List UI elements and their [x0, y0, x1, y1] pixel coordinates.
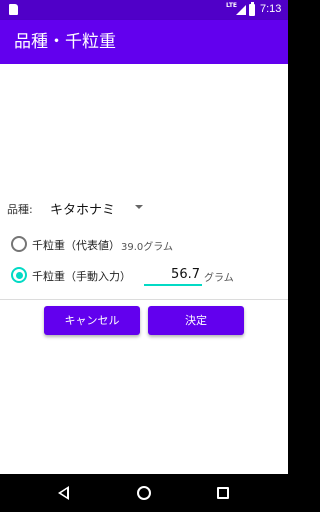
app-bar: 品種・千粒重	[0, 20, 288, 64]
representative-weight-radio[interactable]	[11, 236, 27, 252]
back-icon[interactable]	[58, 486, 69, 500]
weight-unit-label: グラム	[204, 273, 234, 284]
battery-icon	[249, 2, 255, 16]
representative-weight-label: 千粒重（代表値）	[32, 239, 120, 252]
manual-weight-radio[interactable]	[11, 267, 27, 283]
clock: 7:13	[260, 3, 282, 15]
signal-icon	[236, 5, 246, 15]
representative-weight-value: 39.0グラム	[121, 242, 173, 253]
page-title: 品種・千粒重	[14, 32, 116, 52]
recent-apps-icon[interactable]	[217, 487, 229, 499]
manual-weight-label: 千粒重（手動入力）	[32, 270, 131, 283]
navigation-bar	[0, 474, 288, 512]
main-content: 品種: キタホナミ 千粒重（代表値） 39.0グラム 千粒重（手動入力） 56.…	[0, 64, 288, 474]
manual-weight-value: 56.7	[171, 267, 200, 282]
divider	[0, 299, 288, 300]
sim-card-icon	[9, 4, 18, 15]
home-icon[interactable]	[137, 486, 151, 500]
status-bar: LTE 7:13	[0, 0, 288, 20]
variety-selected-value: キタホナミ	[50, 203, 116, 218]
ok-button[interactable]: 決定	[148, 306, 244, 335]
cancel-button[interactable]: キャンセル	[44, 306, 140, 335]
variety-label: 品種:	[7, 203, 33, 216]
dropdown-arrow-icon	[135, 205, 143, 209]
variety-dropdown[interactable]: キタホナミ	[48, 196, 158, 218]
manual-weight-input[interactable]: 56.7	[144, 264, 202, 286]
